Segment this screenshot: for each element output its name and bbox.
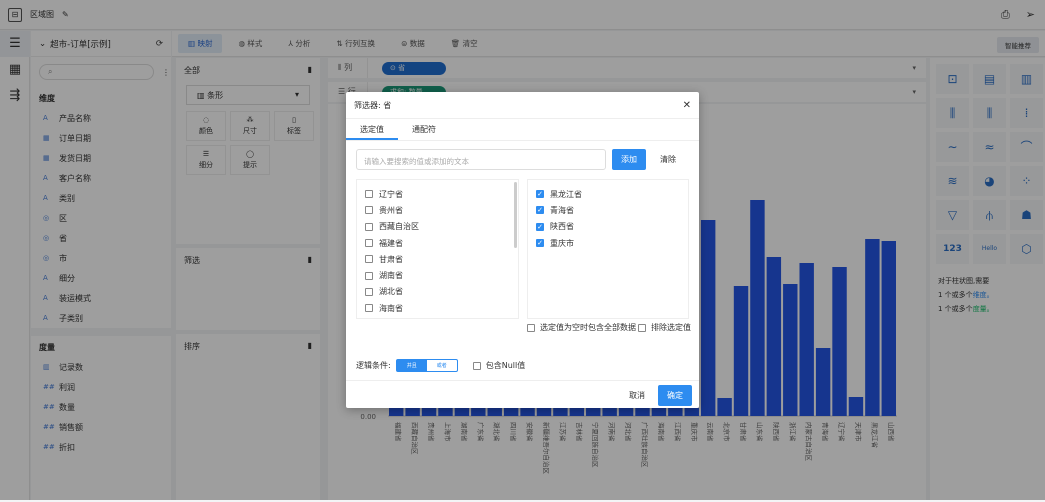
include-null-label: 包含Null值 — [485, 361, 526, 370]
value-checkbox-item[interactable]: ✓ 黑龙江省 — [536, 186, 680, 202]
dialog-title: 筛选器: 省 — [354, 100, 392, 110]
cancel-button[interactable]: 取消 — [629, 390, 645, 401]
value-checkbox-item[interactable]: 湖北省 — [365, 284, 510, 300]
value-search-input[interactable]: 请输入要搜索的值或添加的文本 — [356, 149, 606, 170]
value-label: 福建省 — [379, 238, 403, 248]
value-checkbox-item[interactable]: ✓ 陕西省 — [536, 219, 680, 235]
add-button[interactable]: 添加 — [612, 149, 646, 170]
checkbox[interactable] — [365, 222, 373, 231]
checkbox[interactable] — [365, 255, 373, 264]
value-label: 青海省 — [550, 205, 574, 215]
selected-values-list[interactable]: ✓ 黑龙江省 ✓ 青海省 ✓ 陕西省 ✓ 重庆市 — [527, 179, 689, 319]
checkbox[interactable] — [365, 206, 373, 215]
value-label: 湖南省 — [379, 271, 403, 281]
value-label: 陕西省 — [550, 222, 574, 232]
value-label: 贵州省 — [379, 205, 403, 215]
scrollbar[interactable] — [514, 182, 517, 248]
checkbox-checked[interactable]: ✓ — [536, 222, 544, 231]
value-label: 湖北省 — [379, 287, 403, 297]
value-checkbox-item[interactable]: 海南省 — [365, 300, 510, 316]
value-checkbox-item[interactable]: 福建省 — [365, 235, 510, 251]
value-label: 甘肃省 — [379, 254, 403, 264]
clear-button[interactable]: 清除 — [652, 154, 684, 165]
checkbox[interactable] — [365, 304, 373, 313]
logic-or[interactable]: 或者 — [427, 360, 457, 371]
checkbox[interactable] — [365, 271, 373, 280]
checkbox-checked[interactable]: ✓ — [536, 206, 544, 215]
value-checkbox-item[interactable]: ✓ 青海省 — [536, 202, 680, 218]
available-values-list[interactable]: 辽宁省贵州省西藏自治区福建省甘肃省湖南省湖北省海南省 — [356, 179, 519, 319]
logic-label: 逻辑条件: — [356, 361, 391, 370]
logic-and[interactable]: 并且 — [396, 360, 427, 371]
value-label: 重庆市 — [550, 238, 574, 248]
value-label: 西藏自治区 — [379, 222, 419, 232]
close-icon[interactable]: ✕ — [683, 100, 691, 111]
include-all-when-empty-checkbox[interactable]: 选定值为空时包含全部数据 — [527, 322, 636, 333]
value-checkbox-item[interactable]: ✓ 重庆市 — [536, 235, 680, 251]
tab-wildcard[interactable]: 通配符 — [398, 119, 450, 140]
value-checkbox-item[interactable]: 湖南省 — [365, 267, 510, 283]
checkbox[interactable] — [365, 239, 373, 248]
value-checkbox-item[interactable]: 辽宁省 — [365, 186, 510, 202]
checkbox[interactable] — [365, 190, 373, 199]
filter-dialog: 筛选器: 省 ✕ 选定值 通配符 请输入要搜索的值或添加的文本 添加 清除 辽宁省贵… — [346, 92, 699, 408]
value-checkbox-item[interactable]: 西藏自治区 — [365, 219, 510, 235]
include-null-checkbox[interactable] — [472, 361, 481, 370]
value-checkbox-item[interactable]: 甘肃省 — [365, 251, 510, 267]
value-checkbox-item[interactable]: 贵州省 — [365, 202, 510, 218]
tab-selected-values[interactable]: 选定值 — [346, 119, 398, 140]
value-label: 辽宁省 — [379, 189, 403, 199]
confirm-button[interactable]: 确定 — [658, 385, 692, 406]
value-label: 黑龙江省 — [550, 189, 582, 199]
checkbox-checked[interactable]: ✓ — [536, 239, 544, 248]
value-label: 海南省 — [379, 303, 403, 313]
checkbox[interactable] — [365, 287, 373, 296]
logic-toggle[interactable]: 并且 或者 — [395, 359, 458, 372]
checkbox-checked[interactable]: ✓ — [536, 190, 544, 199]
exclude-selected-checkbox[interactable]: 排除选定值 — [638, 322, 691, 333]
